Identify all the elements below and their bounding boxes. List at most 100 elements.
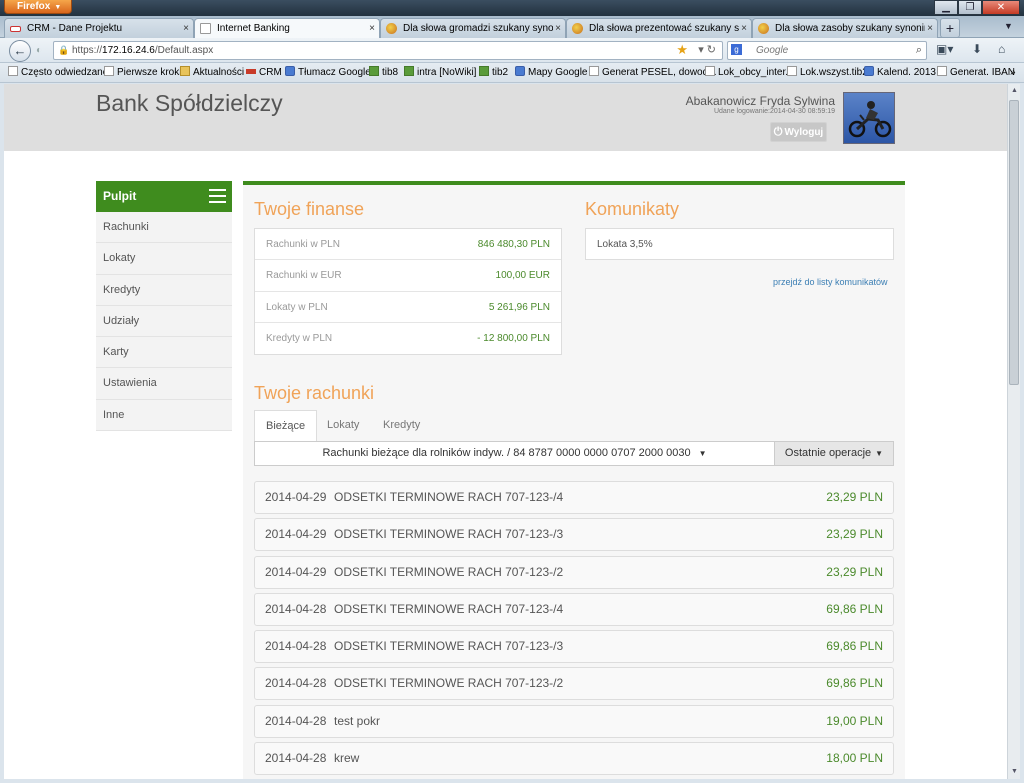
page-icon	[705, 66, 715, 76]
operation-row[interactable]: 2014-04-29 ODSETKI TERMINOWE RACH 707-123…	[254, 518, 894, 552]
tab-biezace[interactable]: Bieżące	[254, 410, 318, 442]
tab-bar: CRM - Dane Projektu × Internet Banking ×…	[0, 16, 1024, 39]
url-bar[interactable]: 🔒 https://172.16.24.6/Default.aspx ★ ▾ ↻	[53, 41, 723, 60]
operation-row[interactable]: 2014-04-28 test pokr 19,00 PLN	[254, 704, 894, 738]
close-tab-icon[interactable]: ×	[927, 19, 933, 38]
operation-row[interactable]: 2014-04-29 ODSETKI TERMINOWE RACH 707-123…	[254, 481, 894, 514]
power-icon: ⏻	[773, 126, 783, 138]
tab-lokaty[interactable]: Lokaty	[316, 410, 370, 442]
sidebar: Pulpit Rachunki Lokaty Kredyty Udziały K…	[96, 181, 232, 432]
operation-row[interactable]: 2014-04-28 ODSETKI TERMINOWE RACH 707-123…	[254, 667, 894, 701]
sidebar-item-ustawienia[interactable]: Ustawienia	[96, 368, 232, 400]
bookmarks-bar: Często odwiedzane Pierwsze kroki Aktualn…	[0, 63, 1024, 83]
bank-header: Bank Spółdzielczy Abakanowicz Fryda Sylw…	[4, 84, 1007, 151]
sidebar-item-inne[interactable]: Inne	[96, 399, 232, 432]
bookmark-item[interactable]: Aktualności	[180, 63, 244, 82]
bookmark-item[interactable]: Tłumacz Google	[285, 63, 371, 82]
sidebar-item-lokaty[interactable]: Lokaty	[96, 243, 232, 275]
bookmark-star-icon[interactable]: ★	[676, 41, 688, 58]
sidebar-item-udzialy[interactable]: Udziały	[96, 305, 232, 338]
close-window-button[interactable]: ✕	[982, 0, 1020, 15]
close-tab-icon[interactable]: ×	[369, 19, 375, 38]
bookmark-item[interactable]: tib8	[369, 63, 398, 82]
bookmark-item[interactable]: tib2	[479, 63, 508, 82]
bookmark-item[interactable]: Często odwiedzane	[8, 63, 108, 82]
tab-synonim-gromadzi[interactable]: Dla słowa gromadzi szukany synonim... ×	[380, 18, 566, 38]
tab-kredyty[interactable]: Kredyty	[372, 410, 431, 442]
main-panel: Twoje finanse Rachunki w PLN 846 480,30 P…	[243, 185, 905, 779]
tib-icon	[369, 66, 379, 76]
tab-list-icon[interactable]: ▼	[1004, 21, 1013, 31]
close-tab-icon[interactable]: ×	[555, 19, 561, 38]
avatar[interactable]	[843, 92, 895, 144]
bookmark-item[interactable]: Pierwsze kroki	[104, 63, 181, 82]
new-tab-button[interactable]: +	[940, 18, 960, 38]
crm-icon	[246, 69, 256, 74]
minimize-button[interactable]: ▁	[934, 0, 958, 15]
search-bar[interactable]: g Google ⌕	[727, 41, 927, 60]
bookmark-item[interactable]: Lok_obcy_inter.	[705, 63, 788, 82]
back-button[interactable]: ←	[9, 40, 31, 62]
page-icon	[200, 23, 211, 34]
caret-down-icon: ▼	[698, 449, 707, 458]
scroll-down-icon[interactable]: ▼	[1008, 765, 1021, 779]
accounts-title: Twoje rachunki	[254, 383, 375, 403]
maximize-button[interactable]: ❐	[958, 0, 982, 15]
magnifier-icon[interactable]: ⌕	[916, 42, 922, 59]
sidebar-header-pulpit[interactable]: Pulpit	[96, 181, 232, 212]
finance-row: Kredyty w PLN - 12 800,00 PLN	[266, 332, 550, 344]
close-tab-icon[interactable]: ×	[183, 19, 189, 38]
page-content: Bank Spółdzielczy Abakanowicz Fryda Sylw…	[4, 84, 1007, 779]
finances-table: Rachunki w PLN 846 480,30 PLN Rachunki w …	[254, 228, 562, 356]
tab-synonim-prezentowac[interactable]: Dla słowa prezentować szukany syno... ×	[566, 18, 752, 38]
page-icon	[589, 66, 599, 76]
vertical-scrollbar[interactable]: ▲ ▼	[1007, 84, 1020, 779]
close-tab-icon[interactable]: ×	[741, 19, 747, 38]
sidebar-item-rachunki[interactable]: Rachunki	[96, 212, 232, 244]
operation-row[interactable]: 2014-04-28 krew 18,00 PLN	[254, 741, 894, 775]
logout-button[interactable]: ⏻ Wyloguj	[770, 122, 827, 142]
sidebar-item-kredyty[interactable]: Kredyty	[96, 274, 232, 306]
tab-internet-banking[interactable]: Internet Banking ×	[194, 18, 380, 39]
firefox-menu-button[interactable]: Firefox ▼	[4, 0, 72, 14]
operations-list: 2014-04-29 ODSETKI TERMINOWE RACH 707-123…	[254, 481, 894, 779]
account-select[interactable]: Rachunki bieżące dla rolników indyw. / 8…	[254, 441, 775, 466]
tab-synonim-zasoby[interactable]: Dla słowa zasoby szukany synonim jest ×	[752, 18, 938, 38]
addon-icon[interactable]: ▣▾	[936, 42, 953, 56]
feed-icon	[180, 66, 190, 76]
google-engine-icon[interactable]: g	[731, 44, 742, 55]
home-icon[interactable]: ⌂	[998, 42, 1005, 56]
message-item[interactable]: Lokata 3,5%	[585, 228, 894, 260]
finance-row: Rachunki w EUR 100,00 EUR	[255, 260, 561, 292]
bookmark-item[interactable]: Lok.wszyst.tib2	[787, 63, 868, 82]
page-icon	[937, 66, 947, 76]
bookmark-item[interactable]: Kalend. 2013	[864, 63, 936, 82]
globe-icon	[572, 23, 583, 34]
reload-icon[interactable]: ▾ ↻	[698, 42, 716, 59]
hamburger-menu-icon[interactable]	[209, 189, 226, 203]
finance-row: Rachunki w PLN 846 480,30 PLN	[255, 229, 561, 261]
operation-row[interactable]: 2014-04-28 ODSETKI TERMINOWE RACH 707-123…	[254, 592, 894, 626]
crm-icon	[10, 26, 21, 32]
bookmarks-overflow-button[interactable]: »	[1010, 63, 1016, 82]
title-bar: Firefox ▼ ▁ ❐ ✕	[0, 0, 1024, 16]
navigation-bar: ← ◐ 🔒 https://172.16.24.6/Default.aspx ★…	[0, 38, 1024, 63]
bookmark-item[interactable]: intra [NoWiki]	[404, 63, 476, 82]
scroll-thumb[interactable]	[1009, 100, 1019, 385]
recent-operations-button[interactable]: Ostatnie operacje ▼	[774, 441, 894, 466]
messages-list-link[interactable]: przejdź do listy komunikatów	[773, 277, 888, 287]
bookmark-item[interactable]: CRM	[246, 63, 282, 82]
bookmark-item[interactable]: Generat PESEL, dowod...	[589, 63, 717, 82]
identity-icon[interactable]: ◐	[31, 43, 47, 59]
bookmark-item[interactable]: Generat. IBAN	[937, 63, 1015, 82]
tab-crm[interactable]: CRM - Dane Projektu ×	[4, 18, 194, 38]
page-icon	[8, 66, 18, 76]
scroll-up-icon[interactable]: ▲	[1008, 84, 1021, 98]
download-icon[interactable]: ⬇	[972, 42, 982, 56]
operation-row[interactable]: 2014-04-28 ODSETKI TERMINOWE RACH 707-123…	[254, 630, 894, 663]
bookmark-item[interactable]: Mapy Google	[515, 63, 587, 82]
sidebar-item-karty[interactable]: Karty	[96, 337, 232, 369]
messages-title: Komunikaty	[585, 199, 680, 219]
operation-row[interactable]: 2014-04-29 ODSETKI TERMINOWE RACH 707-123…	[254, 555, 894, 589]
tib-icon	[479, 66, 489, 76]
